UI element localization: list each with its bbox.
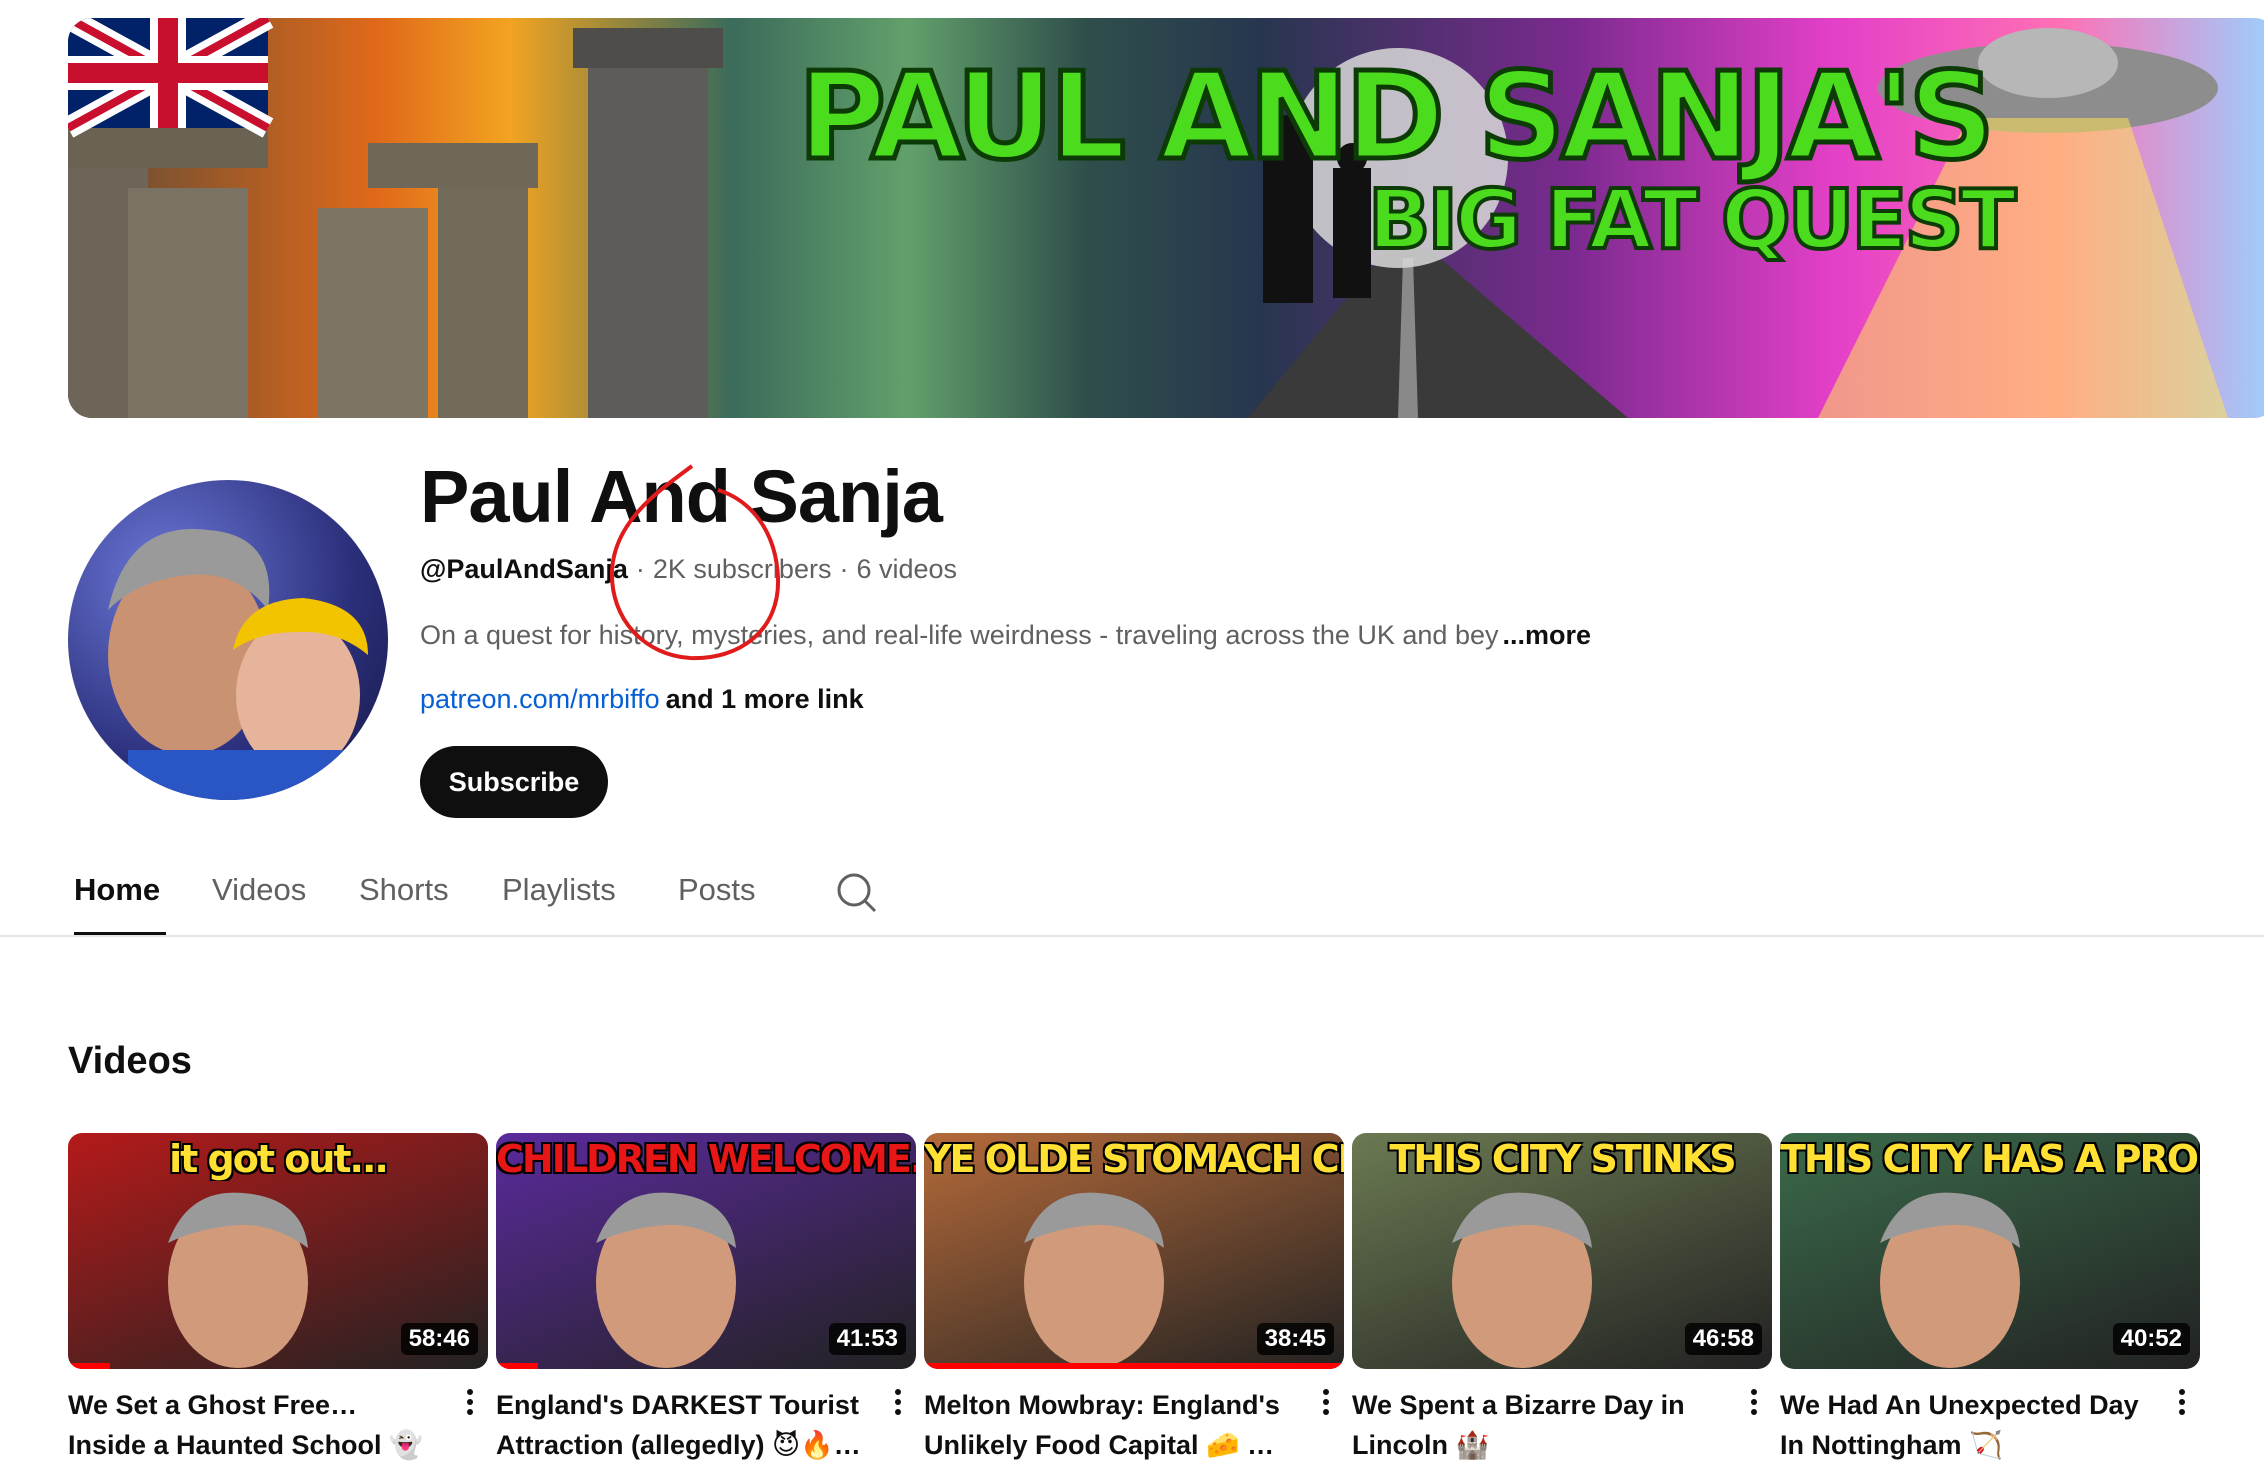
video-card[interactable]: it got out... 58:46 We Set a Ghost Free… I… [68,1133,488,1460]
video-title[interactable]: We Spent a Bizarre Day in Lincoln 🏰 [1352,1385,1724,1465]
channel-handle: @PaulAndSanja [420,554,628,584]
kebab-menu-icon[interactable] [886,1385,910,1425]
kebab-menu-icon[interactable] [1314,1385,1338,1425]
video-duration: 41:53 [828,1323,906,1355]
tab-shorts[interactable]: Shorts [359,864,449,936]
union-jack-flag [68,18,274,138]
thumbnail-caption: YE OLDE STOMACH CRAMPS [924,1137,1344,1181]
tab-videos[interactable]: Videos [212,864,306,936]
video-card[interactable]: CHILDREN WELCOME... 41:53 England's DARKES… [496,1133,916,1460]
video-title[interactable]: We Had An Unexpected Day In Nottingham 🏹 [1780,1385,2152,1465]
subscribe-button[interactable]: Subscribe [420,746,608,818]
watch-progress-bar [496,1363,538,1369]
video-thumbnail[interactable]: THIS CITY HAS A PROBLEM 40:52 [1780,1133,2200,1369]
channel-links: patreon.com/mrbiffo and 1 more link [420,684,864,715]
thumbnail-caption: THIS CITY STINKS [1389,1137,1736,1181]
video-title[interactable]: England's DARKEST Tourist Attraction (al… [496,1385,868,1465]
kebab-menu-icon[interactable] [2170,1385,2194,1425]
kebab-menu-icon[interactable] [1742,1385,1766,1425]
video-thumbnail[interactable]: CHILDREN WELCOME... 41:53 [496,1133,916,1369]
video-card[interactable]: THIS CITY STINKS 46:58 We Spent a Bizarre … [1352,1133,1772,1460]
description-text: On a quest for history, mysteries, and r… [420,620,1499,650]
video-count: 6 videos [856,554,958,584]
video-title[interactable]: We Set a Ghost Free… Inside a Haunted Sc… [68,1385,440,1465]
channel-banner: PAUL AND SANJA'S BIG FAT QUEST [68,18,2264,418]
video-thumbnail[interactable]: it got out... 58:46 [68,1133,488,1369]
thumbnail-caption: THIS CITY HAS A PROBLEM [1780,1137,2200,1181]
video-duration: 58:46 [400,1323,478,1355]
video-title[interactable]: Melton Mowbray: England's Unlikely Food … [924,1385,1296,1465]
tab-posts[interactable]: Posts [678,864,756,936]
youtube-channel-page: PAUL AND SANJA'S BIG FAT QUEST Paul And … [0,0,2264,1476]
video-thumbnail[interactable]: YE OLDE STOMACH CRAMPS 38:45 [924,1133,1344,1369]
video-duration: 38:45 [1256,1323,1334,1355]
more-links-button[interactable]: and 1 more link [666,684,864,714]
description-more-link[interactable]: ...more [1502,620,1591,650]
tab-home[interactable]: Home [74,864,167,936]
banner-title: PAUL AND SANJA'S [798,48,1991,187]
red-annotation-circle [609,464,781,661]
video-card[interactable]: THIS CITY HAS A PROBLEM40:52We Had An Un… [1780,1133,2200,1460]
avatar-photo [108,529,388,800]
search-icon[interactable] [834,870,878,914]
videos-section-title[interactable]: Videos [68,1040,192,1083]
watch-progress-bar [68,1363,110,1369]
banner-subtitle: BIG FAT QUEST [1368,173,2016,268]
video-thumbnail[interactable]: THIS CITY STINKS 46:58 [1352,1133,1772,1369]
thumbnail-caption: CHILDREN WELCOME... [496,1137,916,1181]
watch-progress-bar [924,1363,1344,1369]
thumbnail-caption: it got out... [169,1137,389,1181]
video-duration: 46:58 [1684,1323,1762,1355]
kebab-menu-icon[interactable] [458,1385,482,1425]
channel-avatar[interactable] [68,480,388,800]
meta-separator: · [839,554,849,584]
tab-playlists[interactable]: Playlists [502,864,616,936]
video-duration: 40:52 [2112,1323,2190,1355]
tabs-divider [0,935,2264,937]
video-card[interactable]: YE OLDE STOMACH CRAMPS38:45Melton Mowbra… [924,1133,1344,1460]
banner-artwork: PAUL AND SANJA'S BIG FAT QUEST [68,18,2228,418]
patreon-link[interactable]: patreon.com/mrbiffo [420,684,660,714]
